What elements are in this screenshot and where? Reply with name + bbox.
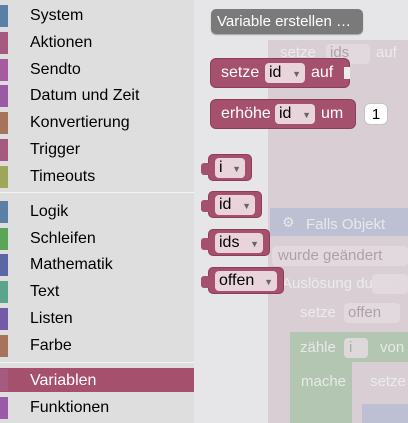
variable-dropdown[interactable]: id ▼ [215, 195, 255, 215]
variable-dropdown[interactable]: i ▼ [215, 158, 245, 178]
category-label: Funktionen [30, 399, 110, 416]
category-color-stripe [0, 139, 8, 161]
toolbox: System Aktionen Sendto Datum und Zeit Ko… [0, 0, 194, 423]
variable-dropdown-value: id [269, 64, 282, 81]
category-label: Sendto [30, 61, 81, 78]
variable-dropdown[interactable]: id ▼ [265, 63, 305, 83]
change-suffix: um [321, 105, 344, 122]
category-color-stripe [0, 5, 8, 27]
variable-getter-block[interactable]: i ▼ [201, 154, 252, 181]
category-color-stripe [0, 201, 8, 223]
category-label: Trigger [30, 141, 81, 158]
category-label: Datum und Zeit [30, 87, 140, 104]
category-color-stripe [0, 228, 8, 250]
category-label: Konvertierung [30, 114, 130, 131]
category-color-stripe [0, 254, 8, 276]
category-color-stripe [0, 308, 8, 330]
category-color-stripe [0, 369, 8, 391]
category-sendto[interactable]: Sendto [0, 57, 194, 83]
category-color-stripe [0, 85, 8, 107]
chevron-down-icon: ▼ [242, 201, 251, 211]
category-color-stripe [0, 397, 8, 419]
category-system[interactable]: System [0, 3, 194, 29]
change-variable-block[interactable]: erhöhe id ▼ um [210, 99, 356, 129]
value-input-socket [344, 67, 350, 79]
category-label: Farbe [30, 337, 72, 354]
category-label: Timeouts [30, 168, 96, 185]
chevron-down-icon: ▼ [232, 164, 241, 174]
variable-getter-block[interactable]: offen ▼ [201, 267, 284, 294]
category-aktionen[interactable]: Aktionen [0, 30, 194, 56]
chevron-down-icon: ▼ [250, 239, 259, 249]
toolbox-separator [0, 362, 194, 363]
category-color-stripe [0, 281, 8, 303]
category-datum-und-zeit[interactable]: Datum und Zeit [0, 83, 194, 109]
output-tab [201, 238, 210, 250]
variable-dropdown-value: ids [219, 234, 240, 251]
chevron-down-icon: ▼ [292, 69, 301, 79]
number-input[interactable]: 1 [364, 103, 388, 125]
category-label: Logik [30, 203, 69, 220]
variable-dropdown-value: offen [219, 272, 255, 289]
variable-dropdown-value: i [219, 159, 223, 176]
variable-getter-block[interactable]: ids ▼ [201, 229, 270, 256]
chevron-down-icon: ▼ [264, 277, 273, 287]
category-timeouts[interactable]: Timeouts [0, 164, 194, 190]
category-farbe[interactable]: Farbe [0, 333, 194, 359]
variable-dropdown[interactable]: offen ▼ [215, 271, 277, 291]
variable-dropdown-value: id [219, 196, 232, 213]
category-variablen[interactable]: Variablen [0, 368, 194, 392]
category-funktionen[interactable]: Funktionen [0, 395, 194, 421]
create-variable-button[interactable]: Variable erstellen … [211, 9, 363, 34]
chevron-down-icon: ▼ [302, 110, 311, 120]
category-label: System [30, 7, 84, 24]
change-label: erhöhe [221, 105, 271, 122]
output-tab [201, 200, 210, 212]
category-label: Mathematik [30, 256, 113, 273]
category-konvertierung[interactable]: Konvertierung [0, 110, 194, 136]
variable-getter-block[interactable]: id ▼ [201, 191, 262, 218]
output-tab [201, 276, 210, 288]
category-label: Text [30, 283, 60, 300]
variable-dropdown[interactable]: id ▼ [275, 104, 315, 124]
set-variable-block[interactable]: setze id ▼ auf [210, 58, 350, 88]
category-schleifen[interactable]: Schleifen [0, 226, 194, 252]
toolbox-separator [0, 192, 194, 193]
category-color-stripe [0, 59, 8, 81]
category-label: Schleifen [30, 230, 96, 247]
category-label: Listen [30, 310, 73, 327]
category-trigger[interactable]: Trigger [0, 137, 194, 163]
category-label: Variablen [30, 372, 97, 389]
category-mathematik[interactable]: Mathematik [0, 252, 194, 278]
category-color-stripe [0, 335, 8, 357]
category-listen[interactable]: Listen [0, 306, 194, 332]
category-text[interactable]: Text [0, 279, 194, 305]
variable-dropdown[interactable]: ids ▼ [215, 233, 263, 253]
variable-dropdown-value: id [279, 105, 292, 122]
output-tab [201, 163, 210, 175]
set-suffix: auf [311, 64, 334, 81]
set-label: setze [221, 64, 260, 81]
category-color-stripe [0, 112, 8, 134]
category-color-stripe [0, 32, 8, 54]
category-color-stripe [0, 166, 8, 188]
category-logik[interactable]: Logik [0, 199, 194, 225]
category-label: Aktionen [30, 34, 93, 51]
